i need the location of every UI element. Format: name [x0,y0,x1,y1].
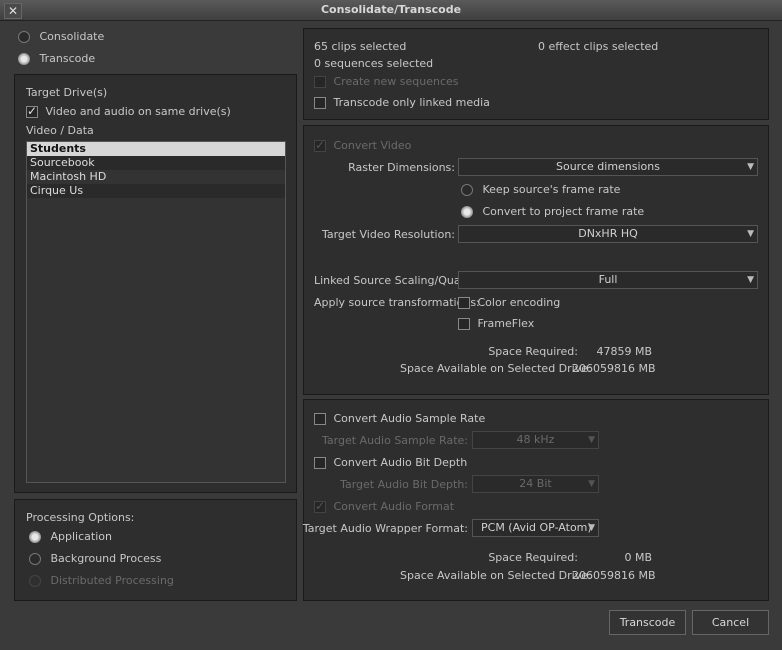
wrapper-format-value: PCM (Avid OP-Atom) [481,521,592,534]
transcode-button[interactable]: Transcode [609,610,686,635]
create-new-sequences-label: Create new sequences [333,75,459,88]
chevron-down-icon: ▼ [747,275,754,285]
linked-only-checkbox[interactable]: Transcode only linked media [314,96,490,109]
chevron-down-icon: ▼ [747,162,754,172]
convert-bit-depth-checkbox[interactable]: Convert Audio Bit Depth [314,456,467,469]
target-video-resolution-value: DNxHR HQ [578,227,638,240]
raster-dimensions-value: Source dimensions [556,160,660,173]
frameflex-label: FrameFlex [477,317,535,330]
drive-item-macintosh-hd[interactable]: Macintosh HD [27,170,285,184]
drive-list[interactable]: Students Sourcebook Macintosh HD Cirque … [26,141,286,483]
target-video-resolution-label: Target Video Resolution: [321,228,455,241]
checkmark-icon [26,104,38,118]
audio-space-required-label: Space Required: [488,551,578,564]
wrapper-format-select[interactable]: PCM (Avid OP-Atom) ▼ [472,519,599,537]
video-space-available-value: 206059816 MB [572,362,656,375]
radio-disabled-icon [29,575,41,587]
background-process-label: Background Process [50,552,162,565]
checkmark-icon [314,499,326,513]
background-process-radio[interactable]: Background Process [29,552,161,565]
checkbox-icon [458,297,470,309]
apply-transformations-label: Apply source transformations: [314,296,480,309]
chevron-down-icon: ▼ [588,435,595,445]
radio-selected-icon [461,206,473,218]
same-drive-label: Video and audio on same drive(s) [45,105,231,118]
distributed-processing-radio: Distributed Processing [29,574,174,587]
video-data-label: Video / Data [26,124,94,137]
chevron-down-icon: ▼ [747,229,754,239]
window-title: Consolidate/Transcode [320,3,462,16]
frameflex-checkbox[interactable]: FrameFlex [458,317,534,330]
chevron-down-icon: ▼ [588,479,595,489]
create-new-sequences-checkbox: Create new sequences [314,75,459,88]
convert-frame-rate-label: Convert to project frame rate [482,205,645,218]
transcode-label: Transcode [39,52,96,65]
convert-video-checkbox: Convert Video [314,138,412,152]
bit-depth-value: 24 Bit [519,477,552,490]
video-space-required-label: Space Required: [488,345,578,358]
distributed-processing-label: Distributed Processing [50,574,174,587]
radio-icon [461,184,473,196]
target-drives-heading: Target Drive(s) [26,86,108,99]
radio-icon [18,31,30,43]
audio-space-available-label: Space Available on Selected Drive: [400,569,592,582]
convert-audio-format-checkbox: Convert Audio Format [314,499,455,513]
application-radio[interactable]: Application [29,530,112,543]
title-bar: ✕ Consolidate/Transcode [0,0,782,21]
convert-audio-format-label: Convert Audio Format [333,500,455,513]
video-space-available-label: Space Available on Selected Drive: [400,362,592,375]
bit-depth-select: 24 Bit ▼ [472,475,599,493]
convert-video-label: Convert Video [333,139,412,152]
audio-space-available-value: 206059816 MB [572,569,656,582]
raster-dimensions-select[interactable]: Source dimensions ▼ [458,158,758,176]
application-label: Application [50,530,112,543]
radio-selected-icon [18,53,30,65]
color-encoding-checkbox[interactable]: Color encoding [458,296,560,309]
scaling-quality-value: Full [598,273,618,286]
sample-rate-label: Target Audio Sample Rate: [322,434,468,447]
sequences-selected: 0 sequences selected [314,57,434,70]
linked-only-label: Transcode only linked media [333,96,490,109]
checkbox-disabled-icon [314,76,326,88]
consolidate-label: Consolidate [39,30,105,43]
sample-rate-value: 48 kHz [516,433,555,446]
processing-heading: Processing Options: [26,511,135,524]
video-space-required-value: 47859 MB [596,345,652,358]
checkmark-icon [314,138,326,152]
convert-sample-rate-label: Convert Audio Sample Rate [333,412,486,425]
drive-item-students[interactable]: Students [27,142,285,156]
target-video-resolution-select[interactable]: DNxHR HQ ▼ [458,225,758,243]
checkbox-icon [314,457,326,469]
transcode-radio[interactable]: Transcode [18,52,95,65]
checkbox-icon [314,413,326,425]
drive-item-cirque-us[interactable]: Cirque Us [27,184,285,198]
scaling-quality-label: Linked Source Scaling/Quality: [314,274,481,287]
scaling-quality-select[interactable]: Full ▼ [458,271,758,289]
color-encoding-label: Color encoding [477,296,561,309]
raster-dimensions-label: Raster Dimensions: [348,161,455,174]
bit-depth-label: Target Audio Bit Depth: [340,478,468,491]
effect-clips-selected: 0 effect clips selected [538,40,659,53]
convert-frame-rate-radio[interactable]: Convert to project frame rate [461,205,644,218]
keep-frame-rate-label: Keep source's frame rate [482,183,621,196]
radio-icon [29,553,41,565]
keep-frame-rate-radio[interactable]: Keep source's frame rate [461,183,620,196]
consolidate-radio[interactable]: Consolidate [18,30,104,43]
clips-selected: 65 clips selected [314,40,407,53]
convert-sample-rate-checkbox[interactable]: Convert Audio Sample Rate [314,412,485,425]
sample-rate-select: 48 kHz ▼ [472,431,599,449]
wrapper-format-label: Target Audio Wrapper Format: [302,522,468,535]
cancel-button[interactable]: Cancel [692,610,769,635]
same-drive-checkbox[interactable]: Video and audio on same drive(s) [26,104,231,118]
audio-space-required-value: 0 MB [624,551,652,564]
checkbox-icon [458,318,470,330]
checkbox-icon [314,97,326,109]
chevron-down-icon: ▼ [588,523,595,533]
convert-bit-depth-label: Convert Audio Bit Depth [333,456,468,469]
drive-item-sourcebook[interactable]: Sourcebook [27,156,285,170]
radio-selected-icon [29,531,41,543]
